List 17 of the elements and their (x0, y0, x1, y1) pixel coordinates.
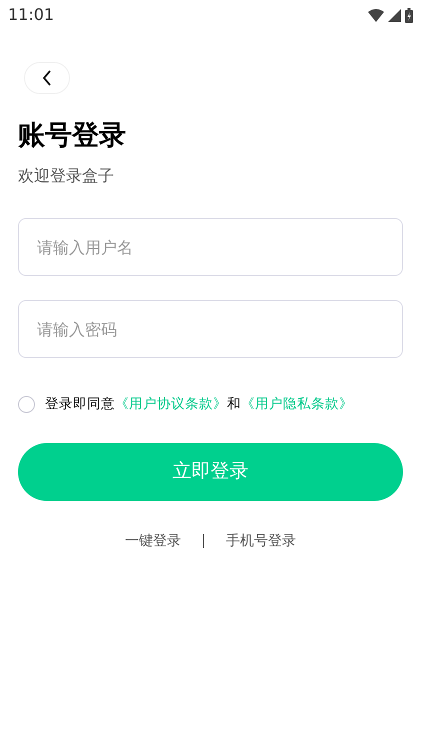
login-option-link[interactable]: 一键登录 (103, 530, 203, 552)
status-time: 11:01 (8, 4, 54, 26)
page-subtitle: 欢迎登录盒子 (18, 165, 115, 188)
agree-checkbox[interactable] (18, 396, 35, 414)
terms-link[interactable]: 《用户协议条款》 (115, 396, 227, 412)
battery-icon (405, 8, 413, 22)
back-icon (42, 70, 52, 86)
back-button[interactable] (24, 62, 70, 94)
agreement-text: 登录即同意《用户协议条款》和《用户隐私条款》 (45, 395, 353, 414)
page-title: 账号登录 (18, 120, 127, 152)
input-field[interactable]: 请输入用户名 (18, 218, 403, 276)
signal-icon (388, 8, 401, 22)
login-button[interactable]: 立即登录 (18, 442, 403, 501)
terms-link[interactable]: 《用户隐私条款》 (241, 396, 353, 412)
login-option-link[interactable]: 手机号登录 (204, 530, 318, 552)
wifi-icon (368, 8, 384, 22)
input-field[interactable]: 请输入密码 (18, 300, 403, 358)
